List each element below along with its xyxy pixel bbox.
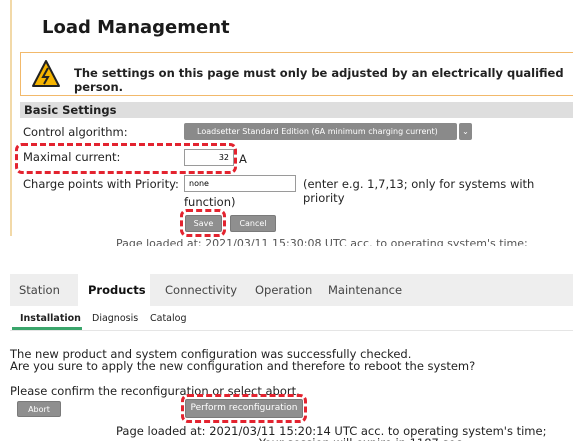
subtab-catalog[interactable]: Catalog (150, 313, 186, 324)
cancel-button[interactable]: Cancel (230, 215, 276, 232)
warning-triangle-icon (31, 59, 61, 89)
session-expiry-text: Your session will expire in 1187 sec. (259, 436, 466, 441)
priority-hint-continued: function) (184, 195, 236, 209)
maximal-current-unit: A (239, 152, 247, 166)
abort-button[interactable]: Abort (17, 401, 61, 417)
tab-connectivity[interactable]: Connectivity (165, 283, 237, 297)
tab-maintenance[interactable]: Maintenance (328, 283, 402, 297)
priority-input[interactable] (184, 175, 296, 192)
control-algorithm-select[interactable]: Loadsetter Standard Edition (6A minimum … (184, 123, 457, 140)
page-loaded-footer: Page loaded at: 2021/03/11 15:30:08 UTC … (116, 237, 528, 246)
page-title: Load Management (42, 17, 230, 38)
panel-accent-bar (10, 0, 12, 236)
chevron-down-icon[interactable]: ⌄ (459, 123, 472, 140)
subtab-installation[interactable]: Installation (20, 313, 81, 324)
save-button[interactable]: Save (185, 215, 222, 232)
tab-station[interactable]: Station (19, 283, 60, 297)
perform-reconfiguration-button[interactable]: Perform reconfiguration (185, 399, 303, 418)
reboot-question: Are you sure to apply the new configurat… (10, 359, 476, 373)
control-algorithm-label: Control algorithm: (23, 125, 128, 139)
maximal-current-label: Maximal current: (23, 150, 121, 164)
warning-text: The settings on this page must only be a… (74, 66, 564, 94)
warning-banner: The settings on this page must only be a… (20, 52, 573, 96)
active-subtab-indicator (12, 327, 82, 330)
priority-label: Charge points with Priority: (23, 177, 179, 191)
confirm-prompt: Please confirm the reconfiguration or se… (10, 384, 300, 398)
maximal-current-input[interactable] (184, 149, 234, 166)
section-header-basic-settings: Basic Settings (20, 102, 573, 118)
tab-operation[interactable]: Operation (255, 283, 312, 297)
priority-hint: (enter e.g. 1,7,13; only for systems wit… (303, 177, 535, 205)
subtab-diagnosis[interactable]: Diagnosis (92, 313, 138, 324)
tab-products[interactable]: Products (88, 283, 146, 297)
